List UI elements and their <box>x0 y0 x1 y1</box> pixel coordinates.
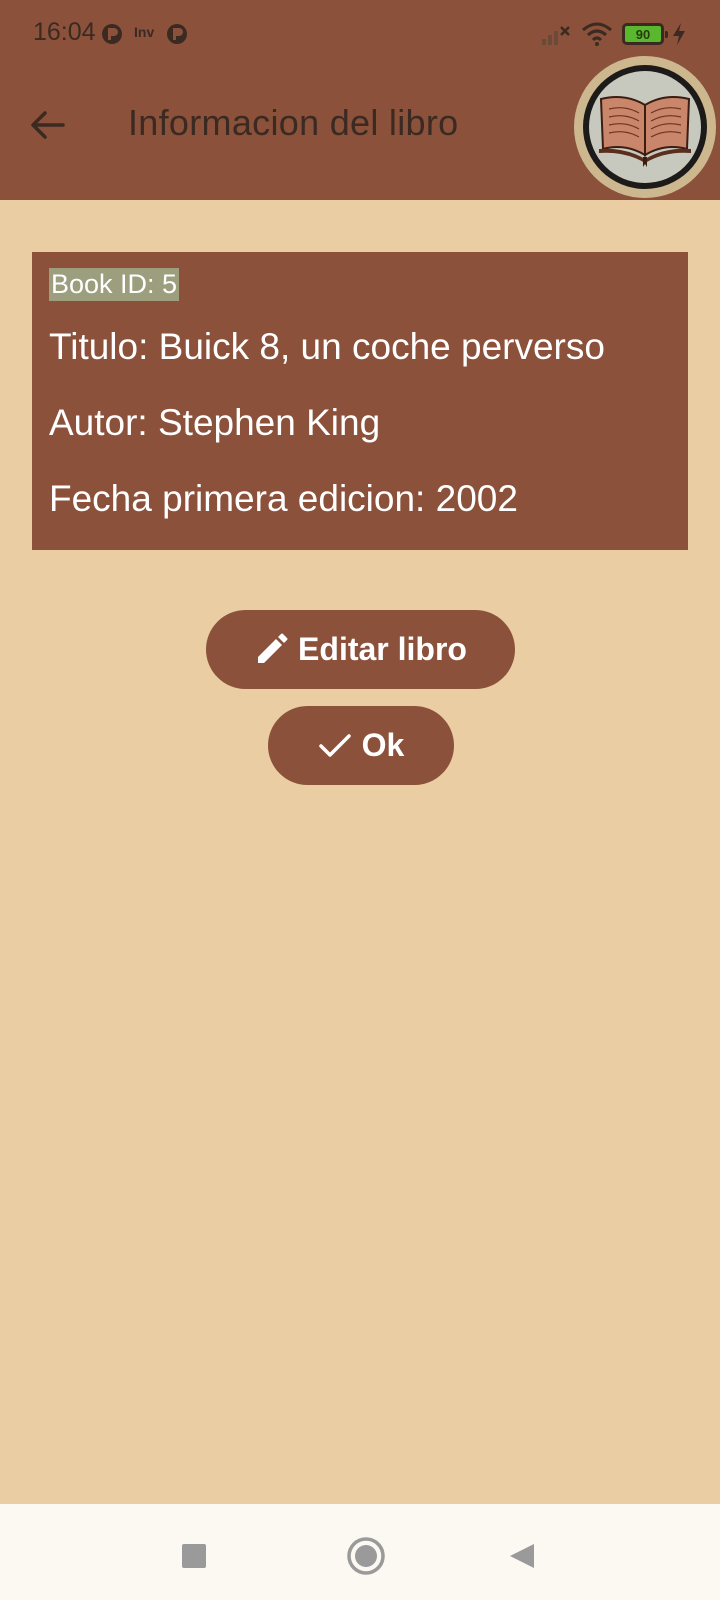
page-title: Informacion del libro <box>128 102 459 143</box>
book-info-card: Book ID: 5 Titulo: Buick 8, un coche per… <box>32 252 688 550</box>
ok-button[interactable]: Ok <box>268 706 454 785</box>
open-book-logo-icon <box>574 56 716 198</box>
edit-book-button[interactable]: Editar libro <box>206 610 515 689</box>
edit-book-label: Editar libro <box>298 631 467 667</box>
pencil-icon <box>258 633 288 663</box>
book-title: Titulo: Buick 8, un coche perverso <box>49 326 605 367</box>
signal-icon <box>542 22 572 46</box>
top-app-bar: 16:04 Inv 90 Informacion del libro <box>0 0 720 200</box>
home-circle-icon[interactable] <box>334 1524 398 1588</box>
book-first-edition-date: Fecha primera edicion: 2002 <box>49 478 518 519</box>
charging-bolt-icon <box>672 22 686 46</box>
check-icon <box>318 733 351 757</box>
status-time: 16:04 <box>33 18 96 46</box>
status-bar: 16:04 Inv 90 <box>0 0 720 70</box>
wifi-icon <box>581 22 613 46</box>
book-id: Book ID: 5 <box>49 268 180 301</box>
status-app-label: Inv <box>134 24 155 40</box>
ok-label: Ok <box>361 727 405 763</box>
battery-indicator: 90 <box>622 23 668 45</box>
back-triangle-icon[interactable] <box>496 1530 548 1582</box>
book-author: Autor: Stephen King <box>49 402 381 443</box>
notification-p2-icon <box>166 22 188 46</box>
recents-square-icon[interactable] <box>168 1530 220 1582</box>
system-navigation-bar <box>0 1504 720 1600</box>
back-arrow-icon[interactable] <box>22 100 72 150</box>
notification-p-icon <box>101 22 123 46</box>
